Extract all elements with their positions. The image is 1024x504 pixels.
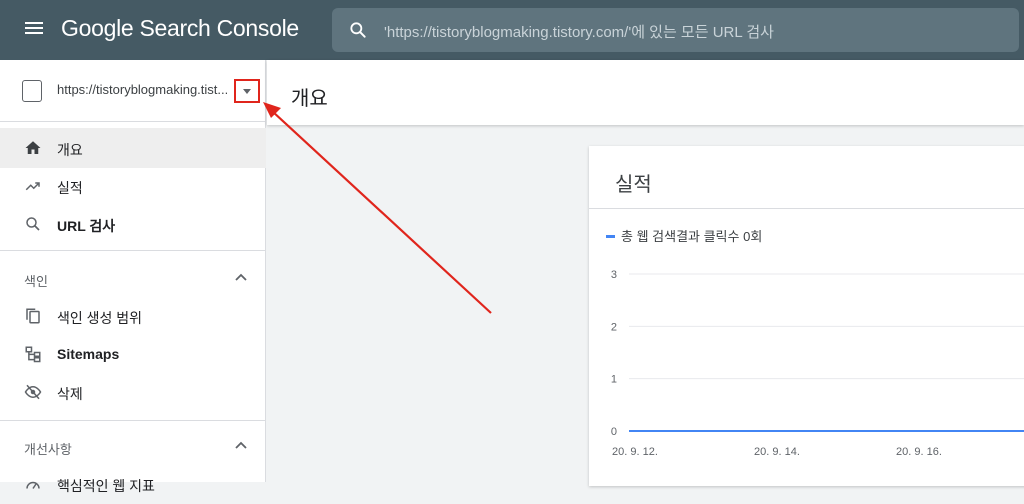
sidebar-section-index[interactable]: 색인 <box>0 258 266 298</box>
copy-icon <box>26 308 40 324</box>
sidebar-divider <box>0 250 266 251</box>
sidebar-section-enhancements[interactable]: 개선사항 <box>0 426 266 466</box>
search-icon <box>26 217 40 231</box>
card-title: 실적 <box>615 174 652 196</box>
sidebar-item-sitemaps[interactable]: Sitemaps <box>0 334 266 374</box>
sidebar-item-coverage[interactable]: 색인 생성 범위 <box>0 296 266 336</box>
property-icon <box>22 80 42 102</box>
y-tick-label: 1 <box>611 374 617 386</box>
section-label: 개선사항 <box>24 442 72 457</box>
menu-icon[interactable] <box>22 19 46 41</box>
chart-legend: 총 웹 검색결과 클릭수 0회 <box>606 226 762 245</box>
search-icon <box>350 22 366 38</box>
sidebar-item-label: 개요 <box>57 142 83 158</box>
search-placeholder: 'https://tistoryblogmaking.tistory.com/'… <box>384 24 774 41</box>
property-selector[interactable]: https://tistoryblogmaking.tist... <box>0 60 266 122</box>
y-tick-label: 3 <box>611 269 617 281</box>
section-label: 색인 <box>24 274 48 289</box>
chevron-up-icon <box>235 441 247 449</box>
property-dropdown-button[interactable] <box>234 79 260 103</box>
y-tick-label: 2 <box>611 321 617 333</box>
y-tick-label: 0 <box>611 426 617 438</box>
sidebar-item-label: URL 검사 <box>57 218 116 234</box>
page-title: 개요 <box>291 88 328 110</box>
card-divider <box>589 208 1024 209</box>
x-tick-label: 20. 9. 16. <box>896 446 942 458</box>
sidebar: https://tistoryblogmaking.tist... 개요 실적 … <box>0 60 266 494</box>
sitemap-icon <box>25 346 41 363</box>
sidebar-item-removals[interactable]: 삭제 <box>0 372 266 412</box>
sidebar-divider <box>0 420 266 421</box>
property-url: https://tistoryblogmaking.tist... <box>57 82 227 97</box>
url-inspection-search[interactable]: 'https://tistoryblogmaking.tistory.com/'… <box>332 8 1019 52</box>
sidebar-item-label: Sitemaps <box>57 346 120 362</box>
sidebar-item-label: 색인 생성 범위 <box>57 310 143 326</box>
top-app-bar: Google Search Console 'https://tistorybl… <box>0 0 1024 60</box>
eye-off-icon <box>24 384 42 400</box>
sidebar-item-url-inspection[interactable]: URL 검사 <box>0 204 266 244</box>
sidebar-item-label: 핵심적인 웹 지표 <box>57 478 155 494</box>
home-icon <box>25 141 41 154</box>
chevron-up-icon <box>235 273 247 281</box>
x-tick-label: 20. 9. 14. <box>754 446 800 458</box>
trending-up-icon <box>25 182 40 191</box>
clicks-chart: 0 1 2 3 20. 9. 12. 20. 9. 14. 20. 9. 16. <box>611 269 1024 458</box>
x-tick-label: 20. 9. 12. <box>612 446 658 458</box>
legend-label: 총 웹 검색결과 클릭수 0회 <box>621 229 763 244</box>
app-logo[interactable]: Google Search Console <box>61 15 299 42</box>
page-header: 개요 <box>267 60 1024 125</box>
sidebar-item-performance[interactable]: 실적 <box>0 166 266 206</box>
performance-card[interactable]: 실적 총 웹 검색결과 클릭수 0회 0 1 2 3 20. 9. 12. 20. 9. … <box>589 146 1024 486</box>
sidebar-item-label: 삭제 <box>57 386 83 402</box>
sidebar-item-core-web-vitals[interactable]: 핵심적인 웹 지표 <box>0 464 266 504</box>
sidebar-item-label: 실적 <box>57 180 83 196</box>
speed-icon <box>26 481 40 489</box>
legend-swatch <box>606 234 615 238</box>
sidebar-item-overview[interactable]: 개요 <box>0 128 266 168</box>
